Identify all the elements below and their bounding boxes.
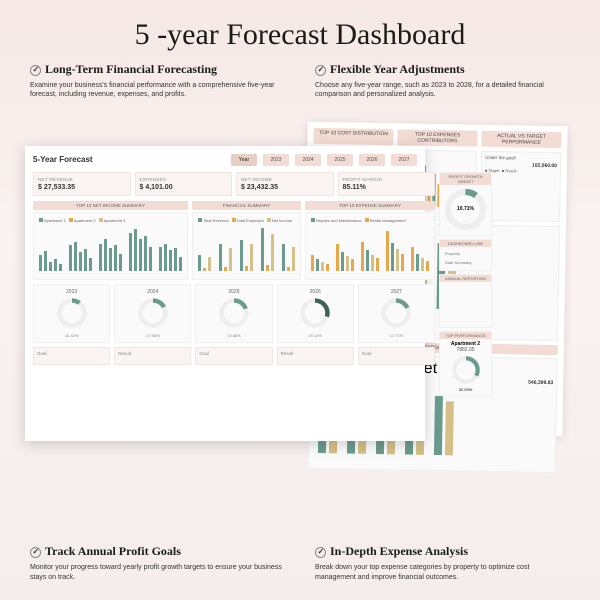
section-header: TOP 10 EXPENSES CONTRIBUTORS <box>397 129 477 146</box>
metric-expenses: EXPENSES $ 4,101.00 <box>135 172 233 196</box>
check-icon <box>315 65 326 76</box>
annual-reporting-card[interactable]: ANNUAL REPORTING <box>439 274 492 328</box>
feature-bottom-right: In-Depth Expense Analysis Break down you… <box>315 544 570 582</box>
check-icon <box>315 547 326 558</box>
feature-title-text: Track Annual Profit Goals <box>45 544 181 558</box>
feature-top-right: Flexible Year Adjustments Choose any fiv… <box>315 62 570 100</box>
profit-growth-card: PROFIT GROWTH TARGET 10.71% <box>439 172 492 236</box>
summary-result: Result <box>114 347 191 365</box>
feature-title-text: Flexible Year Adjustments <box>330 62 465 76</box>
back-chart: Under the goal! 102,060.00 ■ Target ■ Re… <box>480 151 561 222</box>
section-header: FINANCIAL SUMMARY <box>192 201 301 210</box>
feature-desc: Monitor your progress toward yearly prof… <box>30 563 285 582</box>
yearly-donuts-row: 202310.32% 202417.06% 202519.56% 202629.… <box>33 284 435 343</box>
summary-goal: Goal <box>195 347 272 365</box>
dashboard-title: 5-Year Forecast <box>33 155 225 164</box>
feature-title-text: In-Depth Expense Analysis <box>330 544 468 558</box>
feature-title-text: Long-Term Financial Forecasting <box>45 62 217 76</box>
summary-goal: Goal <box>358 347 435 365</box>
year-tab[interactable]: 2025 <box>327 154 353 166</box>
check-icon <box>30 65 41 76</box>
dashboard-link-card[interactable]: DASHBOARD LINK Property Start Summary <box>439 239 492 271</box>
metric-net-income: NET INCOME $ 23,432.35 <box>236 172 334 196</box>
summary-goal: Goal <box>33 347 110 365</box>
metric-net-revenue: NET REVENUE $ 27,533.35 <box>33 172 131 196</box>
section-header: TOP 10 NET INCOME SUMMARY <box>33 201 188 210</box>
front-dashboard-sheet: 5-Year Forecast Year 2023 2024 2025 2026… <box>25 146 425 441</box>
year-tab[interactable]: 2026 <box>359 154 385 166</box>
feature-desc: Break down your top expense categories b… <box>315 563 570 582</box>
summary-result: Result <box>277 347 354 365</box>
net-income-chart: Apartment 1 Apartment 2 Apartment 3 <box>33 212 188 280</box>
expense-summary-chart: Repairs and Maintenance Rental Managemen… <box>305 212 435 280</box>
feature-desc: Examine your business's financial perfor… <box>30 81 285 100</box>
check-icon <box>30 547 41 558</box>
feature-bottom-left: Track Annual Profit Goals Monitor your p… <box>30 544 285 582</box>
feature-desc: Choose any five-year range, such as 2023… <box>315 81 570 100</box>
year-tab[interactable]: 2023 <box>263 154 289 166</box>
financial-summary-chart: Total Revenue Total Expenses Net Income <box>192 212 301 280</box>
top-performance-card: TOP PERFORMANCE Apartment 2 7882.05 32.9… <box>439 331 492 396</box>
feature-top-left: Long-Term Financial Forecasting Examine … <box>30 62 285 100</box>
metric-profit-margin: PROFIT MARGIN 85.11% <box>338 172 436 196</box>
section-header: ACTUAL VS TARGET PERFORMANCE <box>481 131 561 148</box>
year-tab[interactable]: 2027 <box>391 154 417 166</box>
year-tab[interactable]: 2024 <box>295 154 321 166</box>
year-label-tab[interactable]: Year <box>231 154 257 166</box>
section-header: TOP 10 COST DISTRIBUTION <box>313 128 393 145</box>
page-title: 5 -year Forecast Dashboard <box>0 0 600 62</box>
section-header: TOP 10 EXPENSE SUMMARY <box>305 201 435 210</box>
